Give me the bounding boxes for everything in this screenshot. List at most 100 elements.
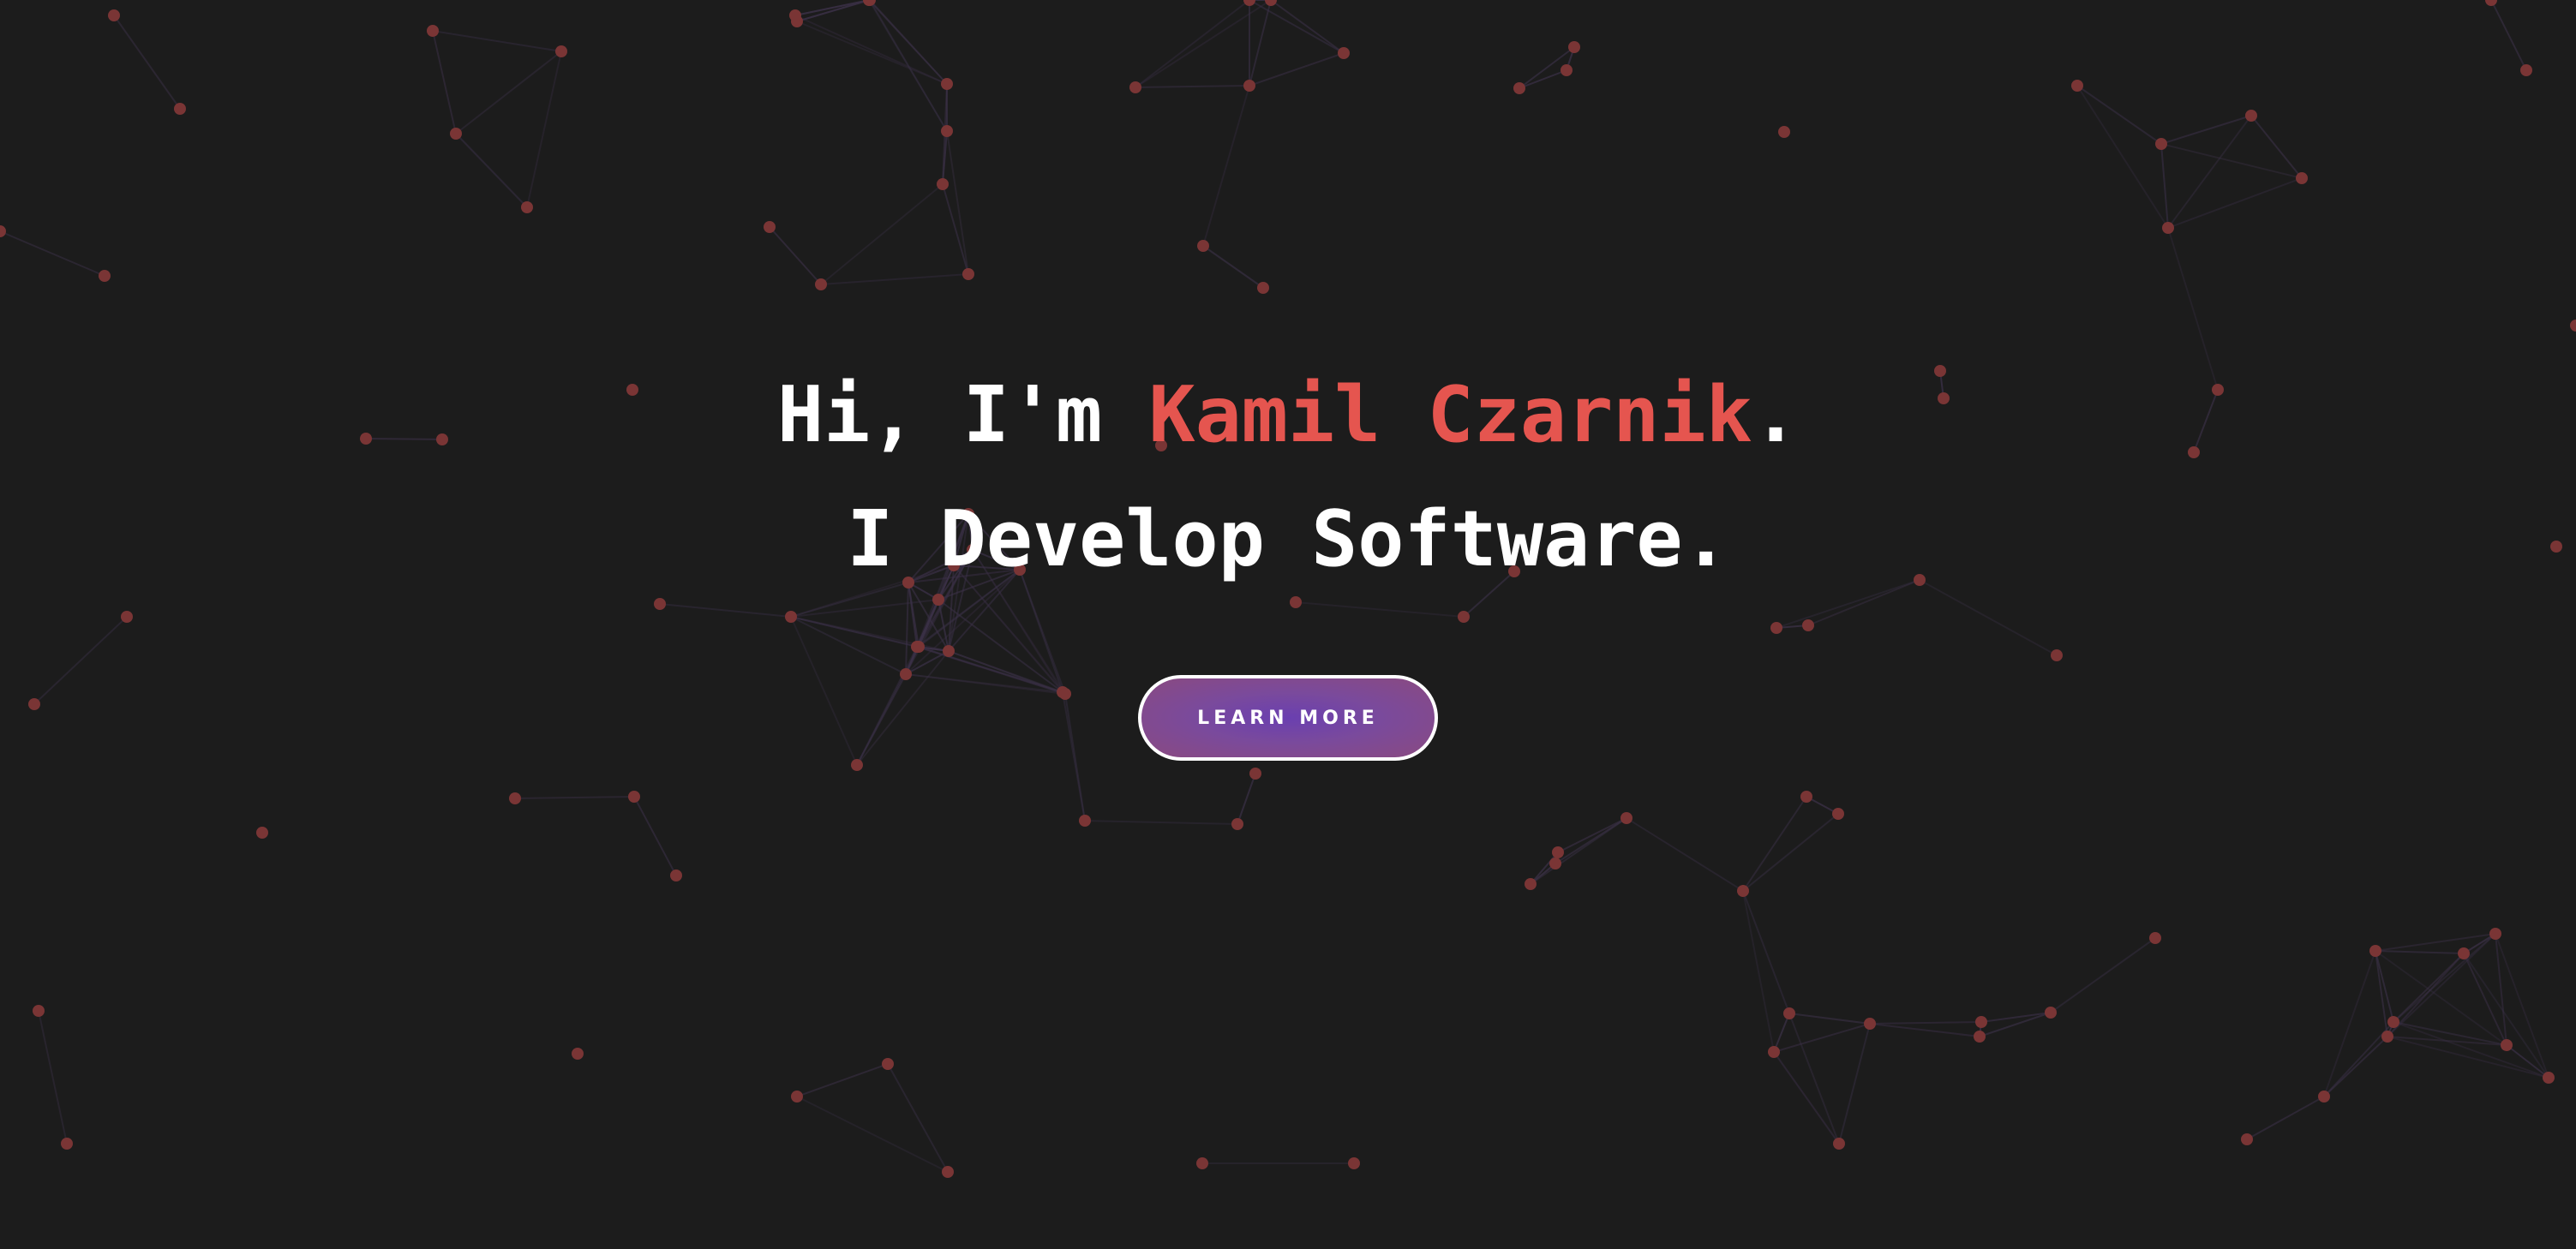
network-link [2463, 953, 2507, 1046]
network-link [1557, 817, 1627, 853]
network-node [121, 611, 133, 623]
network-node [1561, 64, 1573, 76]
network-node [2162, 222, 2174, 234]
network-link [1270, 0, 1345, 54]
network-node [1458, 611, 1470, 623]
network-link [2393, 1021, 2549, 1079]
network-node [851, 759, 863, 771]
network-link [1530, 817, 1627, 885]
network-link [868, 0, 948, 85]
hero-greeting: Hi, I'm Kamil Czarnik. [0, 364, 2576, 467]
network-node [932, 594, 944, 606]
network-node [1265, 0, 1277, 6]
network-node [789, 9, 801, 21]
network-node [941, 125, 953, 137]
network-node [2071, 80, 2083, 92]
network-node [1243, 0, 1255, 6]
network-link [946, 130, 969, 275]
network-link [2323, 950, 2376, 1097]
network-node [962, 268, 974, 280]
network-link [905, 582, 909, 675]
network-node [2501, 1039, 2513, 1051]
network-link [887, 1063, 949, 1173]
network-link [38, 1010, 68, 1144]
network-link [942, 183, 969, 275]
network-node [2485, 0, 2497, 6]
network-node [1832, 808, 1844, 820]
network-link [794, 15, 948, 85]
network-node [943, 645, 955, 657]
network-link [1135, 0, 1272, 88]
network-node [785, 611, 797, 623]
particle-network-background [0, 0, 2576, 1178]
network-node [2387, 1016, 2399, 1028]
network-link [2160, 115, 2252, 145]
network-node [2051, 649, 2063, 661]
hero-name: Kamil Czarnik [1148, 370, 1752, 460]
network-node [99, 270, 111, 282]
network-node [670, 870, 682, 881]
network-node [1737, 885, 1749, 897]
network-node [1833, 1138, 1845, 1150]
network-node [654, 598, 666, 610]
network-node [1290, 596, 1302, 608]
network-node [0, 225, 6, 237]
network-link [856, 650, 950, 766]
network-link [455, 133, 528, 208]
network-link [856, 673, 907, 766]
network-link [2160, 143, 2169, 229]
network-link [1295, 601, 1465, 618]
network-link [1773, 1013, 1790, 1053]
network-link [2167, 177, 2303, 229]
network-node [1059, 688, 1071, 700]
network-node [1778, 126, 1790, 138]
network-node [1552, 846, 1564, 858]
network-link [1202, 85, 1250, 247]
network-node [108, 9, 120, 21]
network-link [1064, 693, 1086, 822]
network-node [1770, 622, 1782, 634]
network-node [2369, 945, 2381, 957]
network-link [432, 30, 562, 52]
network-node [427, 25, 439, 37]
network-link [1742, 813, 1839, 892]
network-node [882, 1058, 894, 1070]
network-node [2318, 1091, 2330, 1103]
network-node [2570, 320, 2576, 332]
learn-more-button[interactable]: LEARN MORE [1138, 675, 1438, 761]
network-node [1864, 1018, 1876, 1030]
network-link [769, 226, 822, 285]
network-node [2520, 64, 2532, 76]
network-link [514, 796, 635, 799]
network-node [1975, 1016, 1987, 1028]
network-node [1768, 1046, 1780, 1058]
network-link [1742, 796, 1807, 892]
network-node [1249, 768, 1261, 780]
network-link [113, 15, 181, 110]
network-link [1919, 579, 2058, 656]
network-node [1197, 240, 1209, 252]
network-link [33, 616, 128, 705]
network-link [1135, 0, 1250, 88]
network-node [2296, 172, 2308, 184]
network-link [1249, 0, 1272, 87]
network-link [1249, 52, 1345, 87]
network-link [2375, 950, 2465, 954]
network-link [2167, 115, 2252, 229]
network-node [1974, 1031, 1986, 1043]
network-link [1742, 890, 1790, 1014]
network-link [790, 616, 907, 675]
network-link [796, 1096, 949, 1173]
network-link [796, 1063, 889, 1097]
network-node [2045, 1007, 2057, 1019]
network-node [1620, 812, 1632, 824]
network-link [820, 183, 944, 285]
network-link [1980, 1012, 2052, 1023]
learn-more-label: LEARN MORE [1197, 707, 1379, 729]
network-link [1237, 773, 1256, 825]
network-node [2149, 932, 2161, 944]
network-node [33, 1005, 45, 1017]
network-node [28, 698, 40, 710]
network-link [1519, 69, 1567, 89]
network-node [1348, 1157, 1360, 1169]
